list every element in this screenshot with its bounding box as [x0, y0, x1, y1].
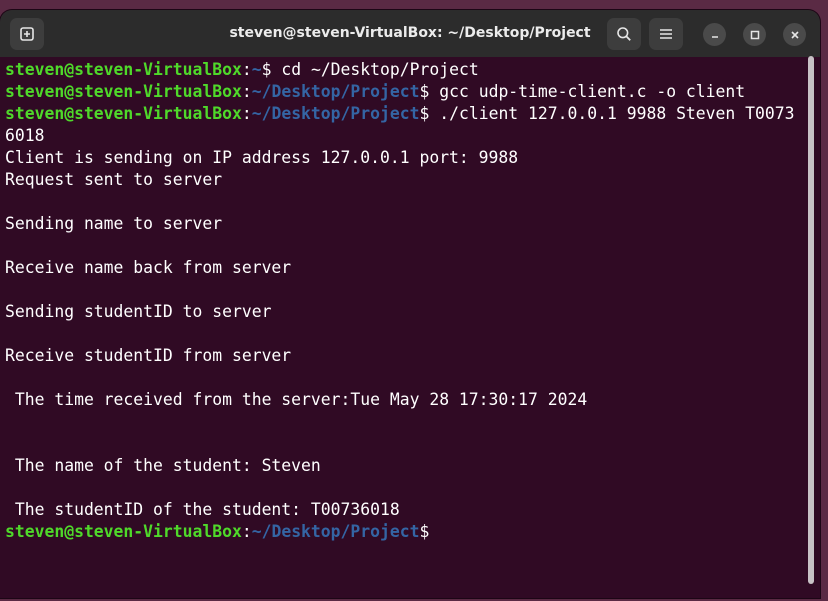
prompt-line: steven@steven-VirtualBox:~/Desktop/Proje…	[5, 521, 806, 543]
terminal-output[interactable]: steven@steven-VirtualBox:~$ cd ~/Desktop…	[0, 57, 806, 598]
maximize-button[interactable]	[743, 23, 766, 46]
minimize-icon	[711, 35, 718, 38]
hamburger-menu-icon	[660, 29, 672, 39]
output-line: Client is sending on IP address 127.0.0.…	[5, 148, 519, 167]
output-line: Receive studentID from server	[5, 346, 292, 365]
output-line: The studentID of the student: T00736018	[5, 500, 400, 519]
prompt-user: steven@steven-VirtualBox	[5, 104, 242, 123]
prompt-line: steven@steven-VirtualBox:~$ cd ~/Desktop…	[5, 59, 806, 81]
output-line: 6018	[5, 126, 45, 145]
prompt-path: ~	[251, 60, 262, 79]
prompt-user: steven@steven-VirtualBox	[5, 82, 242, 101]
terminal-window: steven@steven-VirtualBox: ~/Desktop/Proj…	[0, 10, 820, 598]
prompt-separator: :	[241, 104, 252, 123]
command-text: cd ~/Desktop/Project	[281, 60, 479, 79]
output-line: The time received from the server:Tue Ma…	[5, 390, 588, 409]
output-line: The name of the student: Steven	[5, 456, 321, 475]
prompt-path: ~/Desktop/Project	[251, 522, 420, 541]
menu-button[interactable]	[649, 18, 683, 50]
scrollbar[interactable]	[808, 56, 814, 584]
prompt-separator: :	[241, 82, 252, 101]
minimize-button[interactable]	[703, 23, 726, 46]
prompt-user: steven@steven-VirtualBox	[5, 60, 242, 79]
search-button[interactable]	[607, 18, 641, 50]
output-line: Sending name to server	[5, 214, 223, 233]
new-tab-button[interactable]	[10, 18, 44, 50]
prompt-user: steven@steven-VirtualBox	[5, 522, 242, 541]
prompt-line: steven@steven-VirtualBox:~/Desktop/Proje…	[5, 81, 806, 103]
prompt-path: ~/Desktop/Project	[251, 104, 420, 123]
prompt-line: steven@steven-VirtualBox:~/Desktop/Proje…	[5, 103, 806, 125]
prompt-separator: :	[241, 60, 252, 79]
search-icon	[617, 27, 631, 41]
command-text: gcc udp-time-client.c -o client	[439, 82, 746, 101]
output-line: Sending studentID to server	[5, 302, 272, 321]
title-bar[interactable]: steven@steven-VirtualBox: ~/Desktop/Proj…	[0, 10, 820, 57]
command-text: ./client 127.0.0.1 9988 Steven T0073	[439, 104, 795, 123]
close-button[interactable]	[783, 23, 806, 46]
close-icon	[790, 30, 799, 39]
prompt-dollar: $	[419, 522, 430, 541]
prompt-dollar: $	[261, 60, 282, 79]
window-title: steven@steven-VirtualBox: ~/Desktop/Proj…	[229, 25, 591, 41]
new-tab-icon	[20, 27, 34, 41]
prompt-separator: :	[241, 522, 252, 541]
output-line: Request sent to server	[5, 170, 223, 189]
maximize-icon	[750, 30, 759, 39]
prompt-dollar: $	[419, 82, 440, 101]
output-line: Receive name back from server	[5, 258, 292, 277]
prompt-dollar: $	[419, 104, 440, 123]
prompt-path: ~/Desktop/Project	[251, 82, 420, 101]
